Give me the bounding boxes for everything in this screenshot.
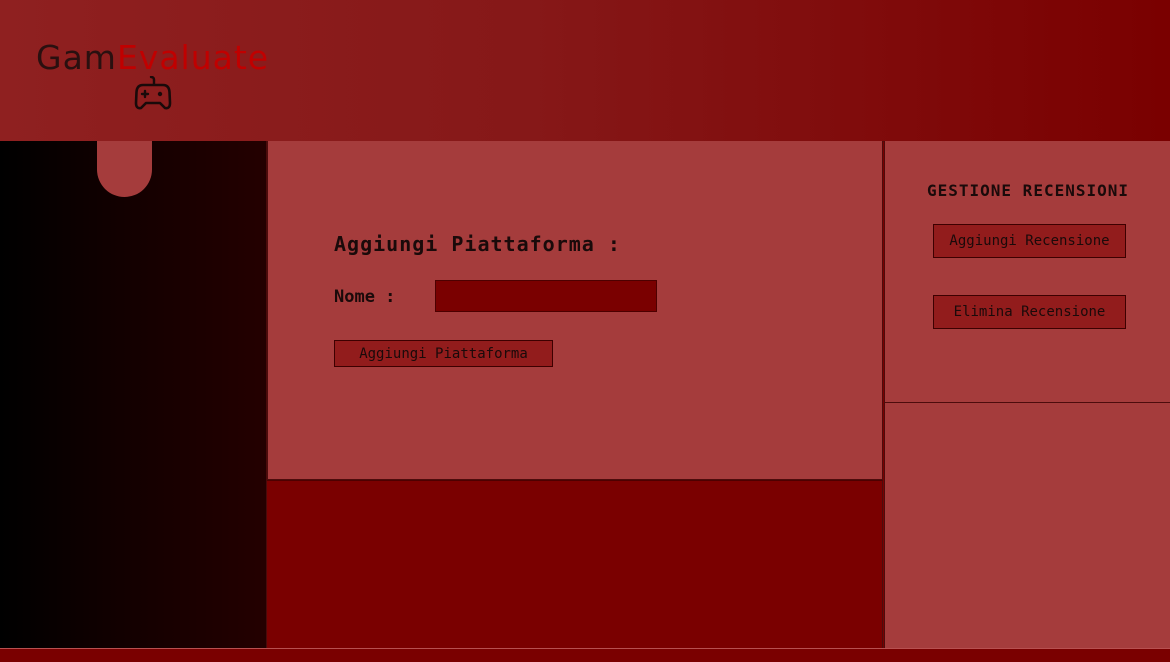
delete-review-button[interactable]: Elimina Recensione (933, 295, 1126, 329)
gamepad-icon (133, 75, 173, 116)
add-review-button[interactable]: Aggiungi Recensione (933, 224, 1126, 258)
footer-bar (0, 648, 1170, 662)
brand-name: GamEvaluate (36, 36, 269, 80)
page: GamEvaluate Aggiungi Piattaforma : Nome … (0, 0, 1170, 662)
platform-name-input[interactable] (435, 280, 657, 312)
sidebar-toggle-handle[interactable] (97, 141, 152, 197)
brand-logo[interactable]: GamEvaluate (36, 36, 281, 116)
reviews-panel: GESTIONE RECENSIONI Aggiungi Recensione … (884, 141, 1170, 403)
brand-name-part1: Gam (36, 38, 117, 77)
main-bottom-area (267, 480, 883, 648)
header: GamEvaluate (0, 0, 1170, 142)
sidebar (0, 141, 267, 648)
reviews-title: GESTIONE RECENSIONI (926, 181, 1130, 200)
name-label: Nome : (334, 287, 396, 307)
brand-name-part2: Evaluate (116, 38, 270, 77)
right-bottom-area (884, 403, 1170, 648)
add-platform-button[interactable]: Aggiungi Piattaforma (334, 340, 553, 367)
page-title: Aggiungi Piattaforma : (334, 232, 621, 256)
add-platform-panel: Aggiungi Piattaforma : Nome : Aggiungi P… (267, 141, 883, 480)
